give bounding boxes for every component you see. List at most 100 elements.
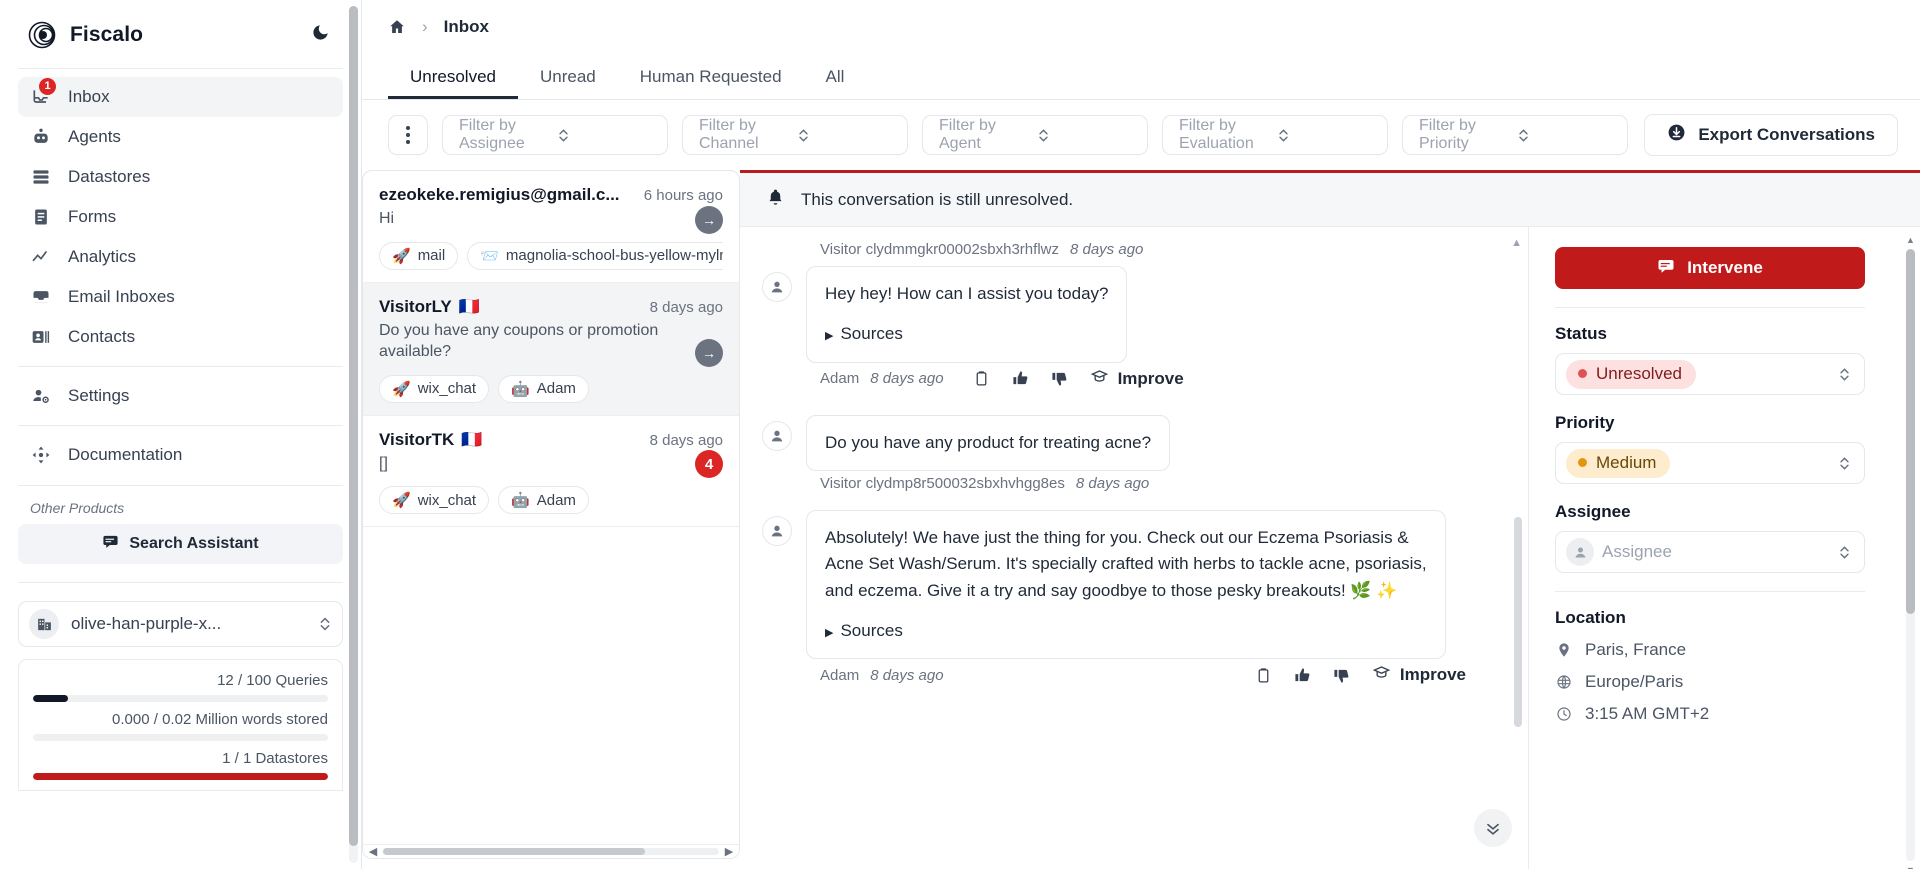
filter-channel-label: Filter by Channel <box>699 117 759 152</box>
conversation-item[interactable]: VisitorLY 🇫🇷 8 days ago Do you have any … <box>363 282 739 416</box>
improve-button[interactable]: Improve <box>1090 367 1184 391</box>
sidebar-item-datastores[interactable]: Datastores <box>18 157 343 197</box>
sources-toggle[interactable]: ▶ Sources <box>825 321 1108 347</box>
message-thread[interactable]: ▲ Visitor clydmmgkr00002sbxh3rhflwz 8 da… <box>740 227 1528 869</box>
scroll-down-icon[interactable]: ▼ <box>1906 865 1915 869</box>
sidebar-nav-secondary: Settings <box>0 367 361 416</box>
priority-select[interactable]: Medium <box>1555 442 1865 484</box>
clipboard-icon[interactable] <box>973 370 990 387</box>
location-city: Paris, France <box>1585 640 1687 659</box>
tab-all[interactable]: All <box>804 68 867 99</box>
tag-agent: 🤖 Adam <box>498 374 589 403</box>
improve-label: Improve <box>1117 368 1184 388</box>
scroll-right-icon[interactable]: ▶ <box>723 845 735 858</box>
export-label: Export Conversations <box>1698 125 1875 144</box>
tab-human-requested[interactable]: Human Requested <box>618 68 804 99</box>
clock-icon <box>1555 706 1573 722</box>
status-label: Status <box>1555 324 1607 343</box>
dark-mode-toggle[interactable] <box>305 20 335 50</box>
arrow-right-icon[interactable]: → <box>695 205 723 234</box>
conversation-time: 6 hours ago <box>643 187 723 204</box>
thumbs-up-icon[interactable] <box>1294 667 1311 684</box>
filter-evaluation[interactable]: Filter by Evaluation <box>1162 115 1388 155</box>
message-bubble: Absolutely! We have just the thing for y… <box>806 510 1446 660</box>
sidebar-nav-docs: Documentation <box>0 426 361 475</box>
robot-icon <box>30 126 52 148</box>
datastore-selector[interactable]: olive-han-purple-x... <box>18 601 343 647</box>
rocket-icon: 🚀 <box>392 247 411 265</box>
message-group: Absolutely! We have just the thing for y… <box>762 500 1510 687</box>
conversation-list-hscrollbar[interactable]: ◀ ▶ <box>363 844 739 858</box>
conversation-header: VisitorLY 🇫🇷 8 days ago <box>379 297 723 317</box>
sources-toggle[interactable]: ▶ Sources <box>825 618 1427 644</box>
scroll-left-icon[interactable]: ◀ <box>367 845 379 858</box>
thumbs-down-icon[interactable] <box>1333 667 1350 684</box>
intervene-button[interactable]: Intervene <box>1555 247 1865 289</box>
conversation-time: 8 days ago <box>649 431 723 449</box>
assignee-select[interactable]: Assignee <box>1555 531 1865 573</box>
message-actions: Improve <box>1255 663 1510 687</box>
priority-dot <box>1578 458 1587 467</box>
usage-words-text: 0.000 / 0.02 Million words stored <box>112 711 328 728</box>
sidebar-scrollbar[interactable] <box>349 6 358 863</box>
sidebar-item-contacts[interactable]: Contacts <box>18 317 343 357</box>
sidebar-item-settings[interactable]: Settings <box>18 376 343 416</box>
tab-unread[interactable]: Unread <box>518 68 618 99</box>
sidebar-item-agents[interactable]: Agents <box>18 117 343 157</box>
message-row: Absolutely! We have just the thing for y… <box>762 510 1510 660</box>
improve-button[interactable]: Improve <box>1372 663 1466 687</box>
tag-agent-label: Adam <box>536 491 576 509</box>
message-actions: Improve <box>973 367 1184 391</box>
filter-assignee[interactable]: Filter by Assignee <box>442 115 668 155</box>
clipboard-icon[interactable] <box>1255 667 1272 684</box>
export-conversations-button[interactable]: Export Conversations <box>1644 114 1898 156</box>
scroll-up-icon[interactable]: ▲ <box>1906 235 1915 245</box>
sidebar-item-label-agents: Agents <box>68 127 121 146</box>
double-chevron-down-icon[interactable] <box>1474 809 1512 847</box>
conversation-header: VisitorTK 🇫🇷 8 days ago <box>379 430 723 450</box>
detail-body: ▲ Visitor clydmmgkr00002sbxh3rhflwz 8 da… <box>740 227 1920 869</box>
tab-unresolved[interactable]: Unresolved <box>388 68 518 99</box>
tag-channel: 🚀 wix_chat <box>379 374 490 403</box>
main-area: › Inbox Unresolved Unread Human Requeste… <box>362 0 1920 869</box>
robot-icon: 🤖 <box>511 492 530 510</box>
conversation-info-panel: Intervene Status Unresolved Priority Med… <box>1528 227 1920 869</box>
caret-right-icon: ▶ <box>825 627 834 640</box>
message-bubble: Do you have any product for treating acn… <box>806 414 1171 472</box>
arrow-right-icon[interactable]: → <box>695 338 723 367</box>
sidebar-item-documentation[interactable]: Documentation <box>18 435 343 475</box>
conversation-list-scroller[interactable]: ezeokeke.remigius@gmail.c... 6 hours ago… <box>363 171 739 844</box>
conversation-item[interactable]: ezeokeke.remigius@gmail.c... 6 hours ago… <box>363 171 739 283</box>
chevron-updown-icon <box>1277 126 1375 145</box>
filter-priority[interactable]: Filter by Priority <box>1402 115 1628 155</box>
status-select[interactable]: Unresolved <box>1555 353 1865 395</box>
conversation-title-text: VisitorLY <box>379 296 452 316</box>
more-vertical-icon[interactable] <box>388 115 428 155</box>
conversation-tags: 🚀 wix_chat 🤖 Adam <box>379 486 723 515</box>
sidebar-item-email-inboxes[interactable]: Email Inboxes <box>18 277 343 317</box>
sidebar-item-label-settings: Settings <box>68 386 130 405</box>
home-icon[interactable] <box>388 18 406 36</box>
info-scroll-thumb[interactable] <box>1906 249 1915 614</box>
unresolved-banner: This conversation is still unresolved. <box>740 173 1920 227</box>
filter-agent[interactable]: Filter by Agent <box>922 115 1148 155</box>
priority-label: Priority <box>1555 413 1615 432</box>
sidebar-item-forms[interactable]: Forms <box>18 197 343 237</box>
search-assistant-button[interactable]: Search Assistant <box>18 524 343 564</box>
thread-scrollbar-thumb[interactable] <box>1514 517 1522 727</box>
flag-icon: 🇫🇷 <box>458 296 480 316</box>
sidebar-item-inbox[interactable]: 1 Inbox <box>18 77 343 117</box>
conversation-header: ezeokeke.remigius@gmail.c... 6 hours ago <box>379 185 723 205</box>
location-label: Location <box>1555 608 1626 627</box>
conversation-item[interactable]: VisitorTK 🇫🇷 8 days ago [] 🚀 wix_chat 🤖 … <box>363 416 739 528</box>
person-icon <box>762 272 792 302</box>
thumbs-up-icon[interactable] <box>1012 370 1029 387</box>
caret-right-icon: ▶ <box>825 330 834 343</box>
scroll-up-icon[interactable]: ▲ <box>1511 237 1522 249</box>
sidebar-item-analytics[interactable]: Analytics <box>18 237 343 277</box>
filter-channel[interactable]: Filter by Channel <box>682 115 908 155</box>
info-panel-scrollbar[interactable]: ▲ ▼ <box>1906 235 1915 869</box>
chevron-updown-icon <box>1838 365 1852 384</box>
thumbs-down-icon[interactable] <box>1051 370 1068 387</box>
hscroll-track[interactable] <box>383 848 719 855</box>
